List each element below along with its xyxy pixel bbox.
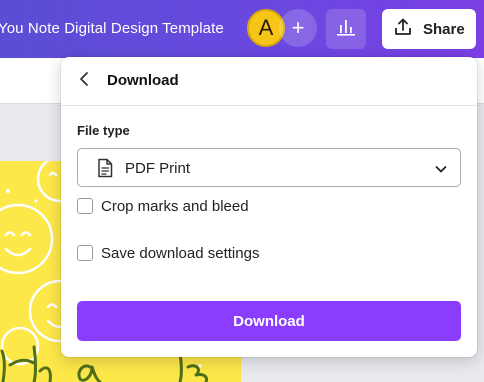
file-type-label: File type	[77, 123, 130, 138]
crop-marks-label: Crop marks and bleed	[101, 197, 249, 215]
editor-header: You Note Digital Design Template A + Sha…	[0, 0, 484, 58]
chevron-down-icon	[434, 162, 448, 176]
add-collaborator-button[interactable]: +	[279, 9, 317, 47]
bar-chart-icon	[336, 18, 356, 41]
save-settings-label: Save download settings	[101, 244, 260, 262]
file-type-select[interactable]: PDF Print	[77, 148, 461, 187]
panel-title: Download	[107, 72, 179, 89]
download-button[interactable]: Download	[77, 301, 461, 341]
upload-icon	[393, 17, 413, 41]
file-type-value: PDF Print	[125, 160, 191, 177]
document-icon	[96, 158, 114, 178]
share-label: Share	[423, 20, 465, 38]
save-settings-option[interactable]: Save download settings	[77, 243, 259, 263]
chevron-left-icon	[78, 71, 92, 92]
back-button[interactable]	[73, 69, 97, 93]
document-title[interactable]: You Note Digital Design Template	[0, 20, 224, 37]
save-settings-checkbox[interactable]	[77, 245, 93, 261]
share-button[interactable]: Share	[382, 9, 476, 49]
crop-marks-checkbox[interactable]	[77, 198, 93, 214]
panel-divider	[61, 105, 477, 106]
download-panel: Download File type PDF Print Crop marks …	[61, 57, 477, 357]
panel-header: Download	[61, 57, 477, 105]
insights-button[interactable]	[326, 9, 366, 49]
crop-marks-option[interactable]: Crop marks and bleed	[77, 196, 249, 216]
